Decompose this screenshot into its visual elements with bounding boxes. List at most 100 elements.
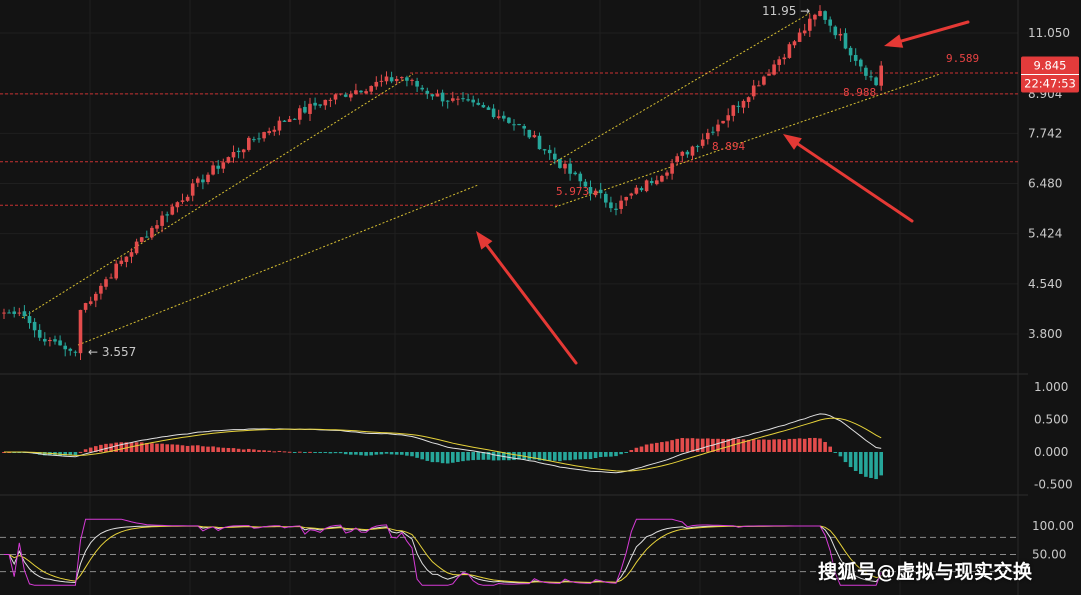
candle-body bbox=[609, 202, 613, 209]
macd-histogram-bar bbox=[874, 452, 878, 480]
macd-histogram-bar bbox=[267, 450, 271, 452]
candle-body bbox=[119, 260, 124, 264]
candle-body bbox=[318, 104, 322, 106]
macd-histogram-bar bbox=[757, 439, 761, 452]
candle-body bbox=[83, 303, 88, 310]
candle-body bbox=[823, 11, 827, 20]
candle-body bbox=[343, 94, 348, 97]
macd-histogram-bar bbox=[456, 452, 460, 462]
macd-histogram-bar bbox=[405, 452, 409, 456]
candle-body bbox=[440, 92, 445, 102]
macd-histogram-bar bbox=[736, 438, 741, 452]
candle-body bbox=[155, 225, 159, 229]
candle-body bbox=[73, 351, 78, 353]
macd-histogram-bar bbox=[160, 443, 164, 452]
macd-histogram-bar bbox=[466, 452, 470, 461]
candle-body bbox=[619, 200, 623, 209]
macd-histogram-bar bbox=[180, 445, 185, 452]
macd-histogram-bar bbox=[461, 452, 465, 462]
candle-body bbox=[425, 90, 430, 94]
candle-body bbox=[532, 135, 537, 138]
candle-body bbox=[185, 196, 190, 201]
macd-histogram-bar bbox=[313, 452, 317, 453]
macd-histogram-bar bbox=[813, 437, 817, 452]
candle-body bbox=[267, 131, 271, 134]
price-axis-tick-label: 6.480 bbox=[1028, 176, 1062, 190]
macd-histogram-bar bbox=[639, 446, 644, 452]
macd-histogram-bar bbox=[471, 452, 475, 461]
price-axis-tick-label: 11.050 bbox=[1028, 26, 1070, 40]
macd-histogram-bar bbox=[588, 452, 593, 460]
candle-body bbox=[369, 86, 373, 92]
macd-axis-tick-label: 0.500 bbox=[1034, 413, 1068, 427]
candle-body bbox=[58, 340, 62, 346]
candle-body bbox=[349, 94, 353, 98]
candle-body bbox=[435, 93, 440, 97]
candle-body bbox=[639, 188, 644, 191]
price-annotation-label: 8.894 bbox=[712, 140, 745, 153]
candle-body bbox=[88, 301, 93, 304]
candle-body bbox=[496, 116, 501, 118]
candle-body bbox=[864, 67, 868, 76]
macd-histogram-bar bbox=[430, 452, 435, 463]
macd-histogram-bar bbox=[78, 451, 83, 453]
macd-histogram-bar bbox=[119, 442, 124, 452]
macd-axis-tick-label: 0.000 bbox=[1034, 445, 1068, 459]
macd-histogram-bar bbox=[859, 452, 863, 474]
candle-body bbox=[206, 174, 210, 183]
macd-histogram-bar bbox=[649, 443, 654, 452]
candle-body bbox=[308, 103, 312, 114]
candle-body bbox=[731, 105, 736, 116]
macd-histogram-bar bbox=[751, 439, 756, 452]
macd-histogram-bar bbox=[201, 446, 205, 452]
macd-histogram-bar bbox=[139, 442, 144, 452]
candle-body bbox=[124, 256, 129, 262]
macd-histogram-bar bbox=[563, 452, 567, 461]
candle-body bbox=[201, 179, 205, 183]
candle-body bbox=[486, 107, 491, 110]
candle-body bbox=[160, 215, 164, 226]
macd-histogram-bar bbox=[772, 439, 776, 452]
candle-body bbox=[762, 76, 766, 85]
macd-histogram-bar bbox=[853, 452, 858, 471]
macd-histogram-bar bbox=[435, 452, 440, 463]
macd-histogram-bar bbox=[706, 438, 710, 452]
candle-body bbox=[716, 124, 720, 132]
candle-body bbox=[420, 87, 424, 90]
price-axis-tick-label: 7.742 bbox=[1028, 126, 1062, 140]
macd-histogram-bar bbox=[354, 452, 358, 455]
candle-body bbox=[323, 99, 328, 106]
macd-histogram-bar bbox=[257, 450, 261, 452]
macd-histogram-bar bbox=[833, 452, 838, 453]
macd-histogram-bar bbox=[359, 452, 363, 456]
macd-histogram-bar bbox=[614, 452, 618, 457]
candle-body bbox=[338, 93, 343, 95]
macd-histogram-bar bbox=[604, 452, 608, 457]
candle-body bbox=[129, 252, 134, 257]
candle-body bbox=[593, 190, 598, 196]
candle-body bbox=[7, 312, 11, 314]
candle-body bbox=[767, 73, 771, 76]
macd-histogram-bar bbox=[864, 452, 868, 477]
candle-body bbox=[527, 129, 532, 138]
candle-body bbox=[695, 146, 700, 148]
macd-histogram-bar bbox=[206, 446, 210, 452]
candle-body bbox=[216, 165, 220, 169]
candle-body bbox=[792, 41, 797, 46]
candle-body bbox=[384, 76, 389, 82]
price-axis-tick-label: 5.424 bbox=[1028, 227, 1062, 241]
candle-body bbox=[292, 118, 297, 120]
macd-histogram-bar bbox=[410, 452, 414, 457]
macd-histogram-bar bbox=[741, 439, 746, 452]
macd-histogram-bar bbox=[349, 452, 353, 455]
macd-histogram-bar bbox=[558, 452, 562, 462]
macd-histogram-bar bbox=[445, 452, 450, 464]
candle-body bbox=[547, 149, 552, 154]
candle-body bbox=[614, 208, 618, 210]
candle-body bbox=[99, 285, 103, 294]
candle-body bbox=[553, 153, 557, 160]
candle-body bbox=[537, 135, 542, 150]
macd-histogram-bar bbox=[879, 452, 883, 476]
macd-histogram-bar bbox=[323, 452, 328, 454]
macd-histogram-bar bbox=[823, 442, 827, 452]
